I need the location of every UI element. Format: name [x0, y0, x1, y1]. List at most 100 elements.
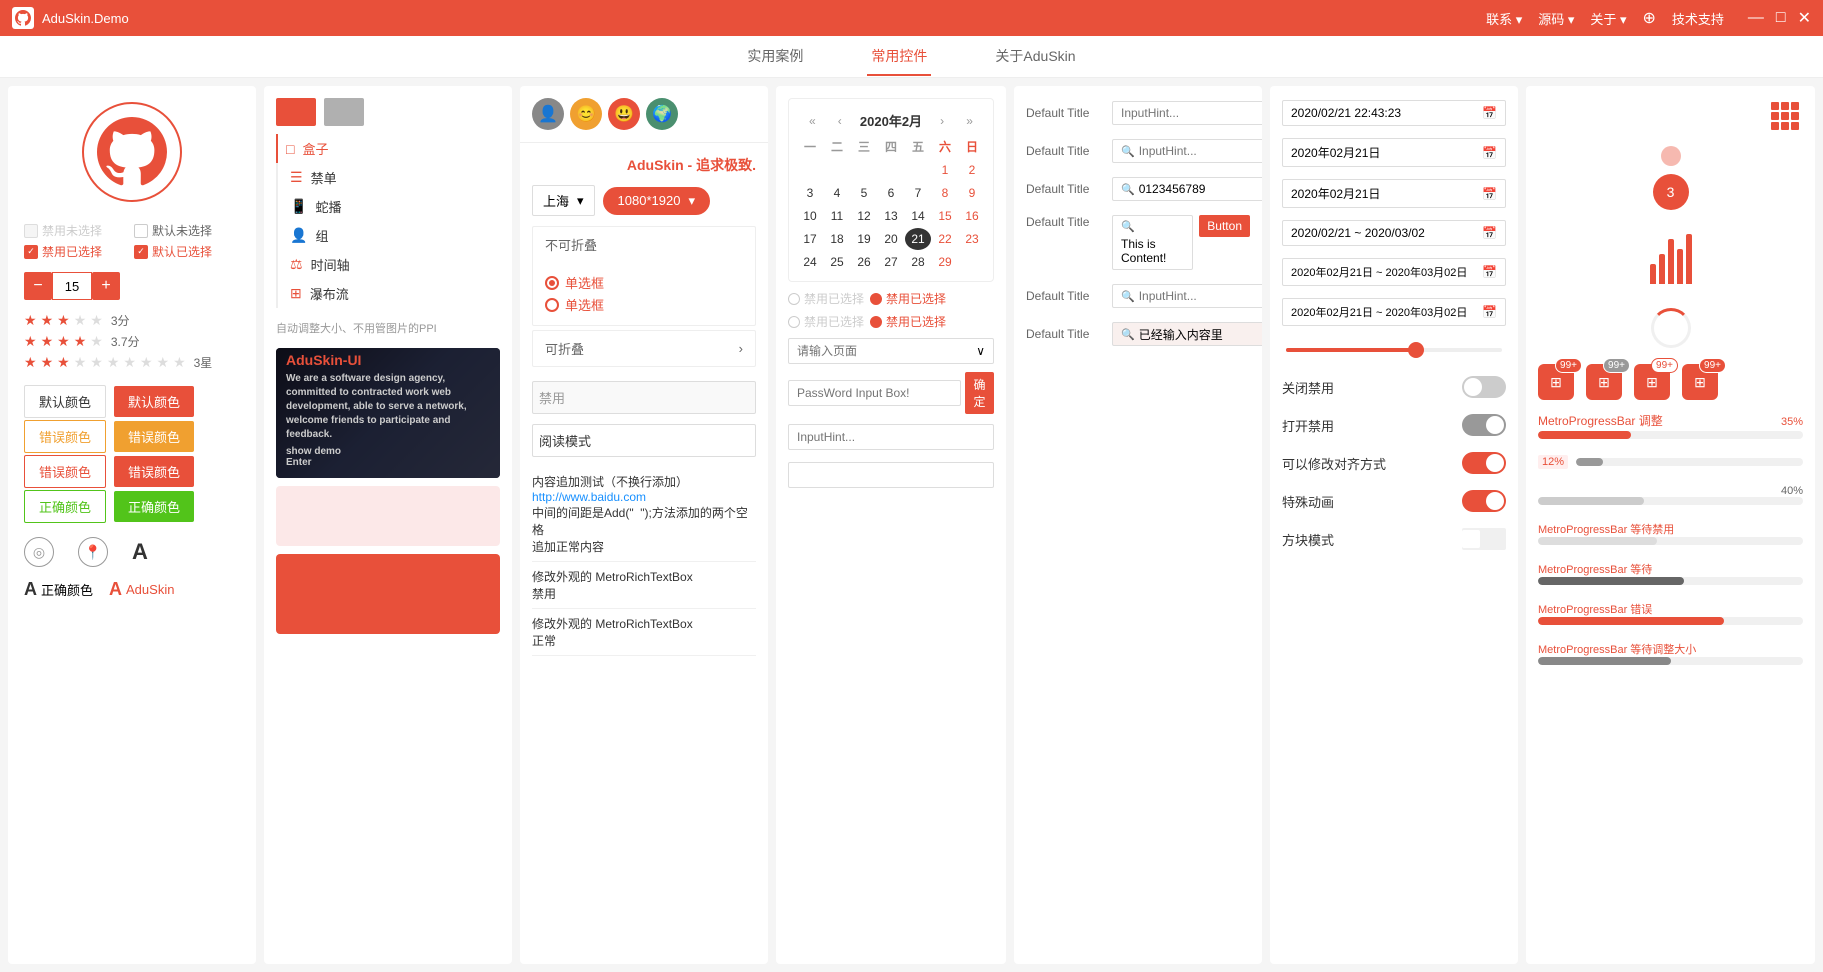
cal-day[interactable]: 1 — [932, 159, 958, 181]
cal-day[interactable]: 23 — [959, 228, 985, 250]
input-box-3[interactable]: 🔍 — [1112, 177, 1262, 201]
minimize-btn[interactable]: — — [1748, 8, 1764, 28]
tab-cases[interactable]: 实用案例 — [743, 38, 807, 76]
slider-thumb[interactable] — [1408, 342, 1424, 358]
menu-item-waterfall[interactable]: ⊞ 瀑布流 — [286, 279, 500, 308]
cal-day[interactable]: 22 — [932, 228, 958, 250]
nav-source[interactable]: 源码 ▾ — [1538, 9, 1574, 28]
nav-tech-support[interactable]: 技术支持 — [1672, 9, 1724, 28]
cal-day[interactable]: 8 — [932, 182, 958, 204]
datetime-6[interactable]: 2020年02月21日 ~ 2020年03月02日 📅 — [1282, 298, 1506, 326]
switch-square[interactable] — [1462, 528, 1506, 550]
stepper-minus[interactable]: − — [24, 272, 52, 300]
cal-day[interactable]: 25 — [824, 251, 850, 273]
cal-day[interactable]: 2 — [959, 159, 985, 181]
menu-item-snake[interactable]: 📱 蛇播 — [286, 192, 500, 221]
cal-today[interactable]: 21 — [905, 228, 931, 250]
accordion-header-collapsed[interactable]: 不可折叠 — [533, 227, 755, 262]
cal-day[interactable]: 18 — [824, 228, 850, 250]
datetime-5[interactable]: 2020年02月21日 ~ 2020年03月02日 📅 — [1282, 258, 1506, 286]
cal-day[interactable]: 28 — [905, 251, 931, 273]
btn-default-outline[interactable]: 默认颜色 — [24, 385, 106, 418]
btn-error[interactable]: 错误颜色 — [114, 456, 194, 487]
cal-day[interactable]: 7 — [905, 182, 931, 204]
resolution-dropdown[interactable]: 1080*1920 ▾ — [603, 187, 710, 215]
cal-day[interactable]: 3 — [797, 182, 823, 204]
tab-controls[interactable]: 常用控件 — [867, 38, 931, 76]
cal-day[interactable]: 14 — [905, 205, 931, 227]
cal-day[interactable]: 26 — [851, 251, 877, 273]
close-btn[interactable]: ✕ — [1798, 8, 1811, 28]
nav-contact[interactable]: 联系 ▾ — [1486, 9, 1522, 28]
cal-prev-prev[interactable]: « — [805, 112, 820, 130]
input-box-2[interactable]: 🔍 — [1112, 139, 1262, 163]
input-box-1[interactable] — [1112, 101, 1262, 125]
cal-day[interactable]: 29 — [932, 251, 958, 273]
slider-track[interactable] — [1286, 348, 1502, 352]
btn-warning[interactable]: 错误颜色 — [114, 421, 194, 452]
btn-error-outline[interactable]: 错误颜色 — [24, 455, 106, 488]
btn-success[interactable]: 正确颜色 — [114, 491, 194, 522]
cal-day[interactable]: 9 — [959, 182, 985, 204]
datetime-2[interactable]: 2020年02月21日 📅 — [1282, 138, 1506, 167]
cal-day[interactable]: 15 — [932, 205, 958, 227]
confirm-btn[interactable]: 确定 — [965, 372, 994, 414]
switch-off[interactable] — [1462, 376, 1506, 398]
input-box-6[interactable]: 🔍 — [1112, 322, 1262, 346]
cal-next[interactable]: › — [936, 112, 948, 130]
switch-special[interactable] — [1462, 490, 1506, 512]
cal-day[interactable]: 4 — [824, 182, 850, 204]
radio-item-2[interactable]: 单选框 — [545, 295, 743, 314]
cal-day[interactable]: 27 — [878, 251, 904, 273]
btn-warning-outline[interactable]: 错误颜色 — [24, 420, 106, 453]
datetime-1[interactable]: 2020/02/21 22:43:23 📅 — [1282, 100, 1506, 126]
input-dropdown[interactable]: ∨ — [788, 338, 994, 364]
cal-day[interactable]: 17 — [797, 228, 823, 250]
cal-day[interactable]: 20 — [878, 228, 904, 250]
cal-day[interactable]: 13 — [878, 205, 904, 227]
cb-disabled-checked[interactable]: ✓ 禁用已选择 — [24, 243, 130, 260]
hint-input-2[interactable] — [788, 462, 994, 488]
input-box-5[interactable]: 🔍 — [1112, 284, 1262, 308]
cal-prev[interactable]: ‹ — [834, 112, 846, 130]
cb-disabled-unchecked[interactable]: 禁用未选择 — [24, 222, 130, 239]
cal-day[interactable]: 24 — [797, 251, 823, 273]
cal-day[interactable]: 16 — [959, 205, 985, 227]
textarea-normal[interactable]: 阅读模式 — [532, 424, 756, 457]
input-box-4[interactable]: 🔍 This isContent! — [1112, 215, 1193, 270]
cal-day[interactable]: 6 — [878, 182, 904, 204]
cal-day[interactable]: 12 — [851, 205, 877, 227]
datetime-4[interactable]: 2020/02/21 ~ 2020/03/02 📅 — [1282, 220, 1506, 246]
menu-item-group[interactable]: 👤 组 — [286, 221, 500, 250]
menu-item-timeline[interactable]: ⚖ 时间轴 — [286, 250, 500, 279]
switch-align[interactable] — [1462, 452, 1506, 474]
tab-about[interactable]: 关于AduSkin — [991, 38, 1079, 76]
menu-item-box[interactable]: □ 盒子 — [276, 134, 500, 163]
switch-on-gray[interactable] — [1462, 414, 1506, 436]
cb-default-unchecked[interactable]: 默认未选择 — [134, 222, 240, 239]
page-input[interactable] — [797, 344, 976, 358]
datetime-3[interactable]: 2020年02月21日 📅 — [1282, 179, 1506, 208]
cal-day[interactable]: 5 — [851, 182, 877, 204]
city-dropdown[interactable]: 上海 ▾ — [532, 185, 595, 216]
password-field[interactable] — [797, 386, 952, 400]
hint-input-1[interactable] — [788, 424, 994, 450]
cal-day[interactable]: 11 — [824, 205, 850, 227]
nav-about[interactable]: 关于 ▾ — [1590, 9, 1626, 28]
cal-next-next[interactable]: » — [962, 112, 977, 130]
maximize-btn[interactable]: □ — [1776, 8, 1786, 28]
input-btn-4[interactable]: Button — [1199, 215, 1250, 237]
stepper-plus[interactable]: + — [92, 272, 120, 300]
cal-day[interactable]: 10 — [797, 205, 823, 227]
radio-item-1[interactable]: 单选框 — [545, 273, 743, 292]
cal-day[interactable]: 19 — [851, 228, 877, 250]
hint-field-2[interactable] — [797, 468, 985, 482]
hint-field-1[interactable] — [797, 430, 985, 444]
accordion-header-expandable[interactable]: 可折叠 › — [533, 331, 755, 366]
menu-item-forbidden[interactable]: ☰ 禁单 — [286, 163, 500, 192]
btn-primary[interactable]: 默认颜色 — [114, 386, 194, 417]
btn-success-outline[interactable]: 正确颜色 — [24, 490, 106, 523]
github-icon[interactable]: ⊕ — [1643, 8, 1656, 28]
password-input[interactable] — [788, 380, 961, 406]
cb-default-checked[interactable]: ✓ 默认已选择 — [134, 243, 240, 260]
